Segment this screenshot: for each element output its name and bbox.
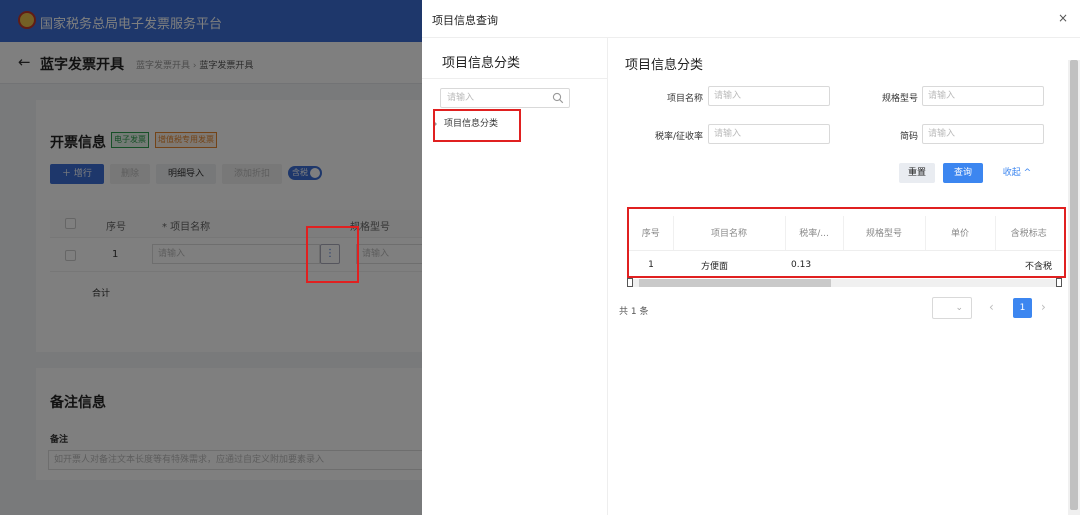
tax-rate-query-input[interactable] [709, 125, 829, 143]
tree-node-label: 项目信息分类 [444, 119, 499, 129]
prev-page-icon[interactable]: ‹ [989, 300, 994, 314]
reset-button[interactable]: 重置 [899, 163, 935, 183]
close-icon[interactable]: × [1058, 11, 1068, 25]
tree-node-category[interactable]: 项目信息分类 [434, 116, 498, 129]
item-query-dialog: 项目信息查询 × 项目信息分类 项目信息分类 项目信息分类 项目名称 规格型号 … [422, 0, 1080, 515]
cell-tax-flag: 不含税 [1024, 261, 1052, 272]
next-page-icon[interactable]: › [1041, 300, 1046, 314]
result-table: 序号 项目名称 税率/... 规格型号 单价 含税标志 1 方便面 0.13 不… [629, 216, 1062, 280]
short-code-label: 简码 [899, 132, 918, 142]
cell-item-name: 方便面 [701, 261, 729, 272]
spec-field [922, 86, 1044, 106]
page-size-select[interactable]: ⌄ [932, 297, 972, 319]
tree-caret-icon[interactable] [434, 120, 437, 127]
category-pane-title: 项目信息分类 [442, 56, 521, 71]
divider [422, 78, 608, 79]
cell-index: 1 [648, 260, 654, 271]
query-pane-title: 项目信息分类 [625, 58, 704, 73]
query-pane: 项目信息分类 项目名称 规格型号 税率/征收率 简码 重置 查询 收起 ^ [609, 38, 1068, 515]
item-name-label: 项目名称 [666, 94, 703, 104]
scroll-thumb[interactable] [639, 279, 831, 287]
col-index: 序号 [629, 216, 673, 251]
col-tax-flag: 含税标志 [994, 216, 1062, 251]
spec-label: 规格型号 [881, 94, 918, 104]
col-item-name: 项目名称 [672, 216, 785, 251]
table-horizontal-scrollbar[interactable] [627, 278, 1062, 287]
tax-rate-field [708, 124, 830, 144]
page-number-button[interactable]: 1 [1013, 298, 1032, 318]
cell-tax-rate: 0.13 [791, 260, 812, 271]
col-tax-rate: 税率/... [784, 216, 843, 251]
dialog-vertical-scrollbar[interactable] [1068, 60, 1080, 515]
category-pane: 项目信息分类 项目信息分类 [422, 38, 608, 515]
scroll-right-cap [1056, 278, 1062, 287]
short-code-query-input[interactable] [923, 125, 1043, 143]
item-name-query-input[interactable] [709, 87, 829, 105]
cell-spec [843, 250, 925, 280]
total-count: 共 1 条 [619, 307, 649, 317]
chevron-down-icon: ⌄ [955, 303, 963, 313]
table-row[interactable]: 1 方便面 0.13 不含税 [629, 250, 1062, 280]
dialog-header: 项目信息查询 × [422, 0, 1080, 38]
tree-search-input[interactable] [441, 89, 541, 107]
cell-unit-price [925, 250, 995, 280]
result-table-header: 序号 项目名称 税率/... 规格型号 单价 含税标志 [629, 216, 1062, 251]
col-unit-price: 单价 [924, 216, 995, 251]
short-code-field [922, 124, 1044, 144]
col-spec: 规格型号 [842, 216, 925, 251]
spec-query-input[interactable] [923, 87, 1043, 105]
collapse-button[interactable]: 收起 ^ [993, 163, 1041, 183]
tax-rate-label: 税率/征收率 [654, 132, 703, 142]
search-icon[interactable] [552, 92, 564, 104]
query-button[interactable]: 查询 [943, 163, 983, 183]
scroll-thumb[interactable] [1070, 60, 1078, 510]
tree-search-box [440, 88, 570, 108]
dialog-title: 项目信息查询 [432, 14, 498, 27]
item-name-field [708, 86, 830, 106]
scroll-left-cap [627, 278, 633, 287]
